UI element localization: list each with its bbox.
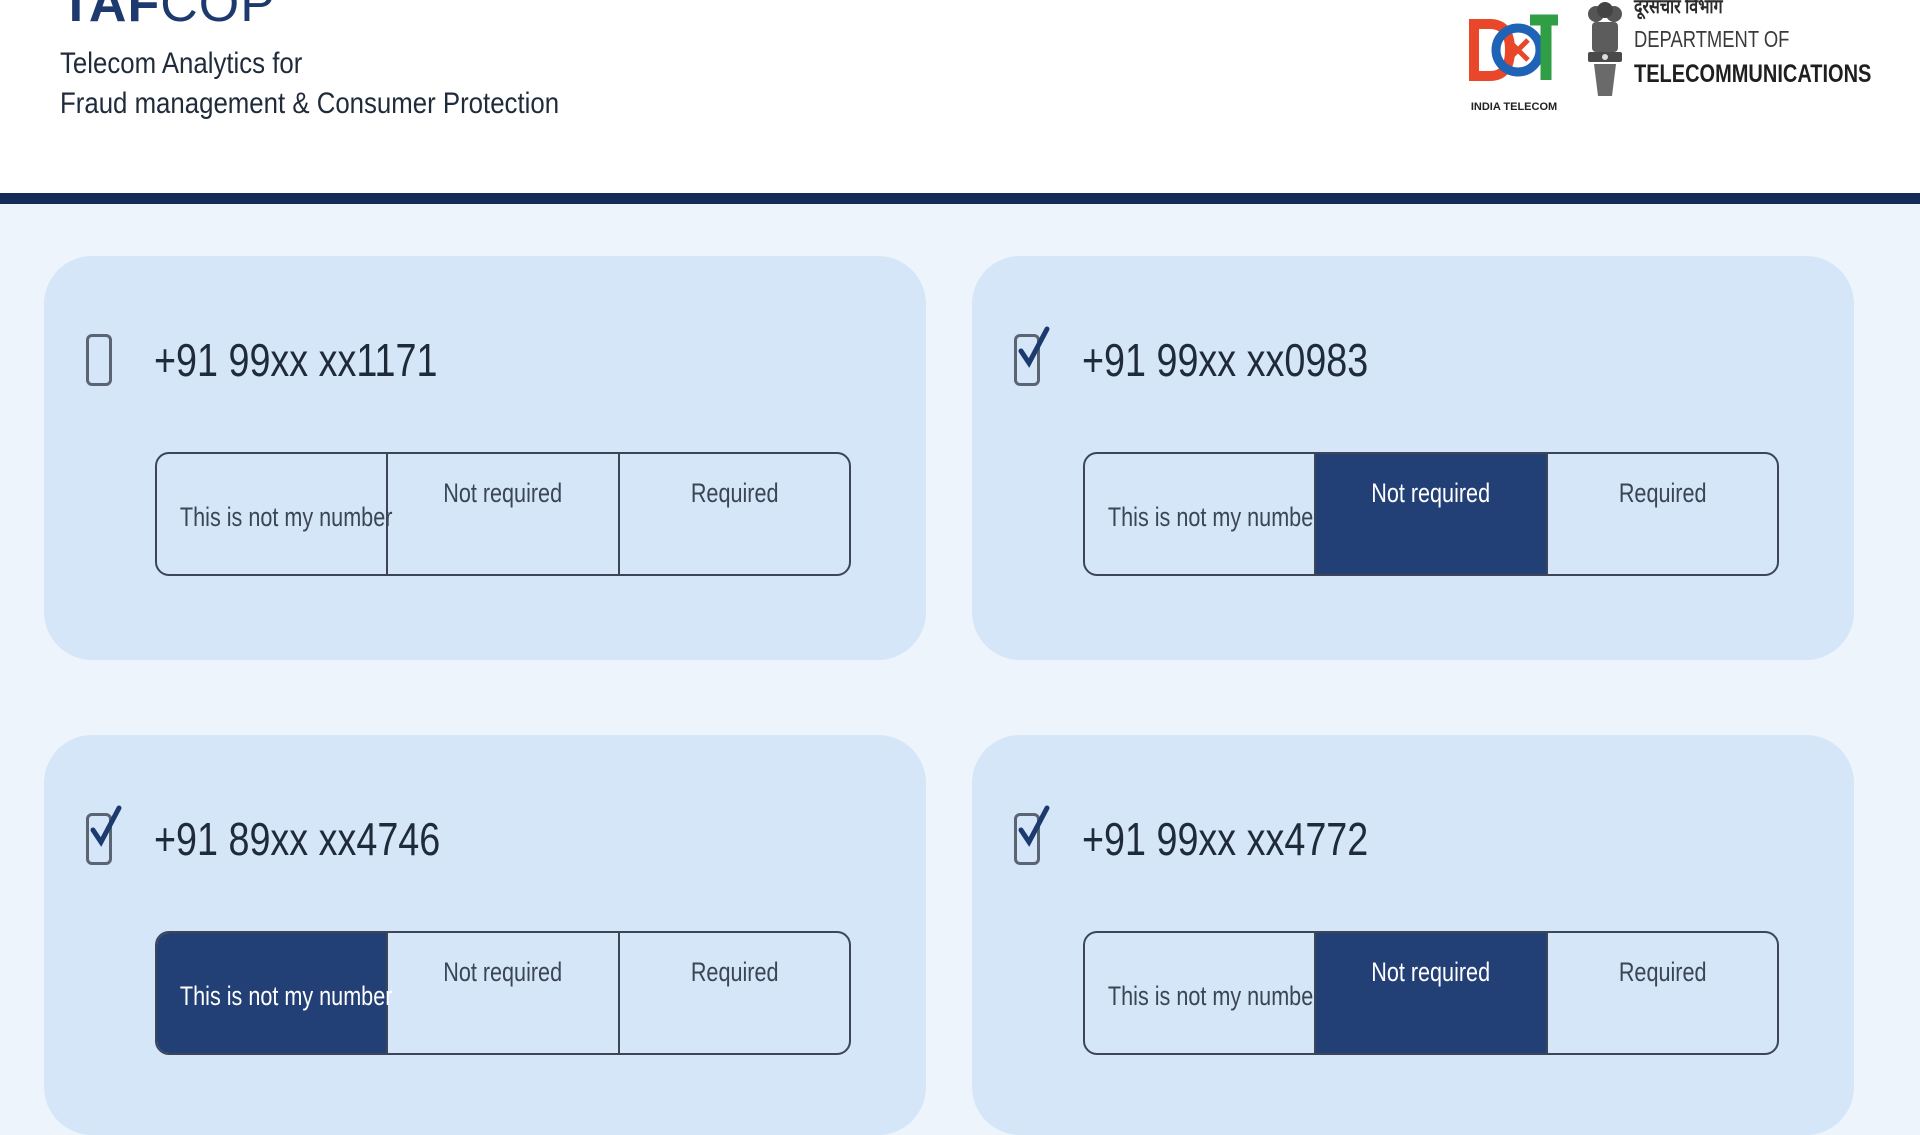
subtitle-line-2: Fraud management & Consumer Protection (60, 87, 560, 120)
phone-number: +91 99xx xx0983 (1082, 334, 1369, 386)
number-card: +91 89xx xx4746 This is not my number No… (44, 735, 926, 1135)
header-divider (0, 193, 1920, 204)
checkmark-icon (90, 805, 122, 847)
brand-title: TAFCOP (60, 0, 276, 33)
consent-options: This is not my number Not required Requi… (155, 452, 851, 576)
select-checkbox[interactable] (86, 334, 112, 386)
option-not-my-number[interactable]: This is not my number (1085, 933, 1320, 1053)
phone-number: +91 89xx xx4746 (154, 813, 441, 865)
phone-number: +91 99xx xx4772 (1082, 813, 1369, 865)
header: TAFCOP Telecom Analytics for Fraud manag… (0, 0, 1920, 196)
option-not-required[interactable]: Not required (388, 933, 620, 1053)
option-required[interactable]: Required (620, 454, 849, 574)
brand-subtitle: Telecom Analytics for Fraud management &… (60, 44, 559, 124)
option-required[interactable]: Required (620, 933, 849, 1053)
consent-options: This is not my number Not required Requi… (155, 931, 851, 1055)
dept-line-2: TELECOMMUNICATIONS (1634, 60, 1872, 88)
department-logo-text: दूरसंचार विभाग DEPARTMENT OF TELECOMMUNI… (1634, 0, 1914, 100)
dept-hindi: दूरसंचार विभाग (1634, 0, 1723, 18)
select-checkbox[interactable] (86, 805, 122, 865)
number-card: +91 99xx xx4772 This is not my number No… (972, 735, 1854, 1135)
option-not-required[interactable]: Not required (1316, 933, 1548, 1053)
subtitle-line-1: Telecom Analytics for (60, 47, 303, 80)
consent-options: This is not my number Not required Requi… (1083, 452, 1779, 576)
option-required[interactable]: Required (1548, 933, 1777, 1053)
number-card: +91 99xx xx1171 This is not my number No… (44, 256, 926, 660)
option-required[interactable]: Required (1548, 454, 1777, 574)
checkmark-icon (1018, 326, 1050, 368)
dot-logo: INDIA TELECOM (1469, 14, 1558, 113)
option-not-required[interactable]: Not required (388, 454, 620, 574)
national-emblem-icon (1588, 2, 1622, 96)
select-checkbox[interactable] (1014, 805, 1050, 865)
dot-caption: INDIA TELECOM (1471, 101, 1557, 113)
phone-number: +91 99xx xx1171 (154, 334, 438, 386)
option-not-required[interactable]: Not required (1316, 454, 1548, 574)
number-card: +91 99xx xx0983 This is not my number No… (972, 256, 1854, 660)
dept-line-1: DEPARTMENT OF (1634, 26, 1790, 52)
option-not-my-number[interactable]: This is not my number (157, 454, 392, 574)
option-not-my-number[interactable]: This is not my number (157, 933, 392, 1053)
checkmark-icon (1018, 805, 1050, 847)
option-not-my-number[interactable]: This is not my number (1085, 454, 1320, 574)
select-checkbox[interactable] (1014, 326, 1050, 386)
consent-options: This is not my number Not required Requi… (1083, 931, 1779, 1055)
